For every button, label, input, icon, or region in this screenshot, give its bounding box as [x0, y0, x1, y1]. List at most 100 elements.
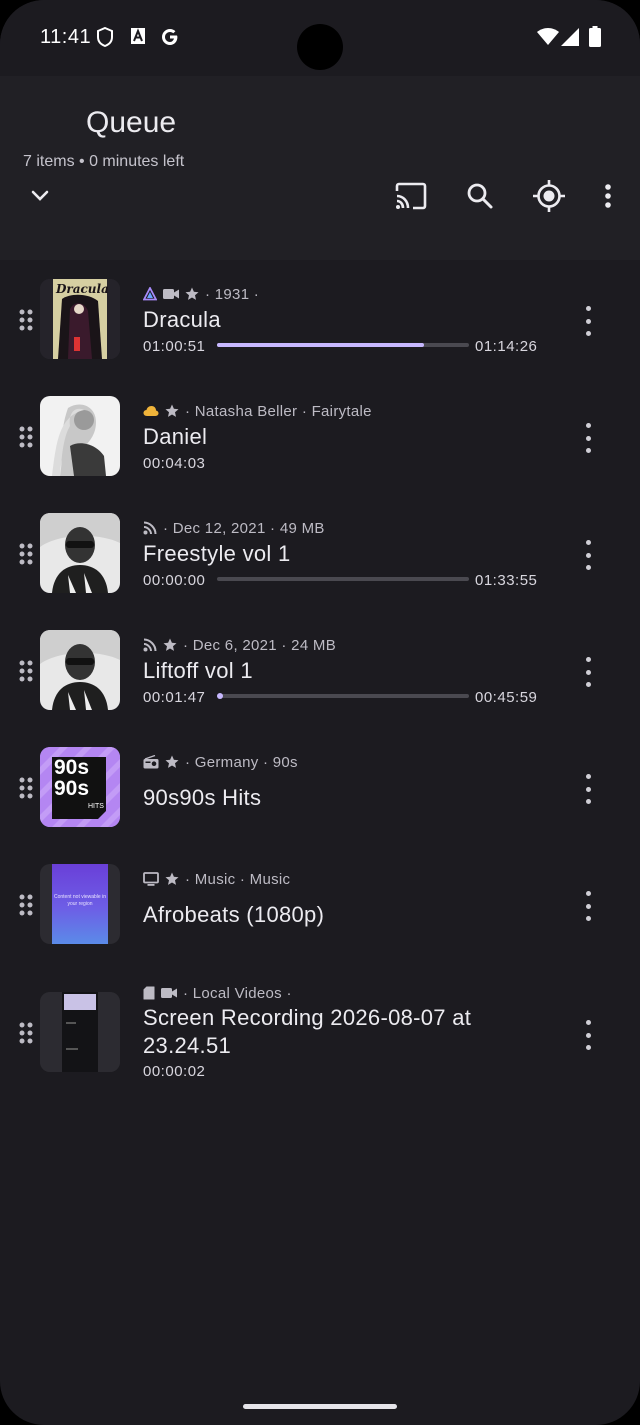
item-more-button[interactable]	[578, 423, 598, 453]
star-icon	[165, 404, 179, 418]
item-meta-text: · Local Videos ·	[183, 984, 292, 1002]
item-meta: · Local Videos ·	[143, 984, 292, 1002]
item-title: Liftoff vol 1	[143, 658, 253, 683]
progress-bar	[217, 693, 469, 699]
radio-icon	[143, 755, 159, 769]
drag-handle-icon[interactable]	[18, 776, 34, 800]
elapsed-time: 00:04:03	[143, 455, 206, 472]
item-meta: · Dec 6, 2021 · 24 MB	[143, 636, 336, 654]
drag-handle-icon[interactable]	[18, 893, 34, 917]
drag-handle-icon[interactable]	[18, 1021, 34, 1045]
google-icon	[160, 27, 180, 52]
phone-screen: 11:41 Queue 7 items • 0 minutes left Dra…	[0, 0, 640, 1425]
item-meta: · Germany · 90s	[143, 753, 298, 771]
queue-item[interactable]: · Dec 12, 2021 · 49 MB Freestyle vol 1 0…	[0, 494, 640, 611]
cover-art: Content not viewable in your region	[40, 864, 120, 944]
wifi-icon	[537, 28, 559, 51]
svg-text:Dracula: Dracula	[55, 282, 109, 296]
star-icon	[163, 638, 177, 652]
collapse-button[interactable]	[22, 180, 58, 216]
camera-cutout	[297, 24, 343, 70]
progress-bar	[217, 577, 469, 581]
cover-art	[40, 396, 120, 476]
elapsed-time: 00:00:02	[143, 1063, 206, 1080]
elapsed-time: 00:01:47	[143, 689, 206, 706]
elapsed-time: 00:00:00	[143, 572, 206, 589]
sd-card-icon	[143, 986, 155, 1000]
item-meta-text: · Dec 6, 2021 · 24 MB	[183, 636, 337, 654]
signal-icon	[561, 28, 579, 51]
cast-button[interactable]	[390, 178, 432, 218]
item-meta: · Dec 12, 2021 · 49 MB	[143, 519, 325, 537]
item-more-button[interactable]	[578, 306, 598, 336]
gesture-nav-handle[interactable]	[243, 1404, 397, 1409]
cover-art	[40, 992, 120, 1072]
item-title: Screen Recording 2026-08-07 at 23.24.51	[143, 1005, 472, 1058]
video-icon	[163, 288, 179, 300]
total-time: 01:33:55	[475, 572, 538, 589]
status-bar: 11:41	[0, 0, 640, 76]
queue-item[interactable]: · Dec 6, 2021 · 24 MB Liftoff vol 1 00:0…	[0, 611, 640, 728]
rss-icon	[143, 521, 157, 535]
overflow-menu-button[interactable]	[596, 180, 620, 216]
item-meta-text: · Natasha Beller · Fairytale	[185, 402, 372, 420]
progress-bar	[217, 343, 469, 347]
locate-button[interactable]	[528, 177, 570, 219]
queue-item[interactable]: · Local Videos · Screen Recording 2026-0…	[0, 962, 640, 1092]
cover-art	[40, 630, 120, 710]
item-meta: · 1931 ·	[143, 285, 259, 303]
drag-handle-icon[interactable]	[18, 308, 34, 332]
total-time: 01:14:26	[475, 338, 538, 355]
logo-line-1: 90s	[54, 756, 90, 779]
item-more-button[interactable]	[578, 774, 598, 804]
status-time: 11:41	[40, 26, 92, 48]
shield-icon	[96, 26, 114, 52]
progress-fill	[217, 343, 424, 347]
drag-handle-icon[interactable]	[18, 659, 34, 683]
cover-art: Dracula	[40, 279, 120, 359]
page-title: Queue	[86, 106, 177, 139]
cloud-icon	[143, 405, 159, 417]
logo-line-2: 90s	[54, 777, 90, 800]
video-icon	[161, 987, 177, 999]
chevron-down-icon	[30, 189, 50, 208]
drag-handle-icon[interactable]	[18, 425, 34, 449]
item-title: Dracula	[143, 307, 221, 332]
item-title: Afrobeats (1080p)	[143, 902, 325, 927]
item-meta: · Music · Music	[143, 870, 290, 888]
font-a-icon	[130, 27, 146, 50]
item-more-button[interactable]	[578, 891, 598, 921]
star-icon	[165, 755, 179, 769]
queue-item[interactable]: 90s 90s HITS · Germany · 90s 90s90s Hits	[0, 728, 640, 845]
item-more-button[interactable]	[578, 657, 598, 687]
battery-icon	[589, 26, 601, 52]
cover-art	[40, 513, 120, 593]
queue-summary: 7 items • 0 minutes left	[23, 153, 185, 170]
search-icon	[466, 182, 494, 215]
search-button[interactable]	[460, 178, 500, 218]
station-logo: 90s 90s HITS	[40, 747, 120, 827]
logo-tag: HITS	[88, 803, 104, 810]
queue-item[interactable]: Dracula · 1931 · Dracula 01:00:51 01:14:…	[0, 260, 640, 377]
tv-icon	[143, 872, 159, 886]
item-title: Freestyle vol 1	[143, 541, 291, 566]
thumb-caption: Content not viewable in your region	[54, 894, 106, 907]
item-meta-text: · Germany · 90s	[185, 753, 298, 771]
total-time: 00:45:59	[475, 689, 538, 706]
triangle-icon	[143, 287, 157, 301]
cast-icon	[394, 182, 428, 215]
drag-handle-icon[interactable]	[18, 542, 34, 566]
more-vertical-icon	[605, 183, 611, 213]
item-meta: · Natasha Beller · Fairytale	[143, 402, 372, 420]
item-meta-text: · Dec 12, 2021 · 49 MB	[163, 519, 325, 537]
progress-fill	[217, 693, 223, 699]
item-more-button[interactable]	[578, 1020, 598, 1050]
queue-item[interactable]: Content not viewable in your region · Mu…	[0, 845, 640, 962]
item-meta-text: · Music · Music	[185, 870, 291, 888]
star-icon	[165, 872, 179, 886]
item-title: Daniel	[143, 424, 208, 449]
item-more-button[interactable]	[578, 540, 598, 570]
elapsed-time: 01:00:51	[143, 338, 206, 355]
item-title: 90s90s Hits	[143, 785, 262, 810]
queue-item[interactable]: · Natasha Beller · Fairytale Daniel 00:0…	[0, 377, 640, 494]
